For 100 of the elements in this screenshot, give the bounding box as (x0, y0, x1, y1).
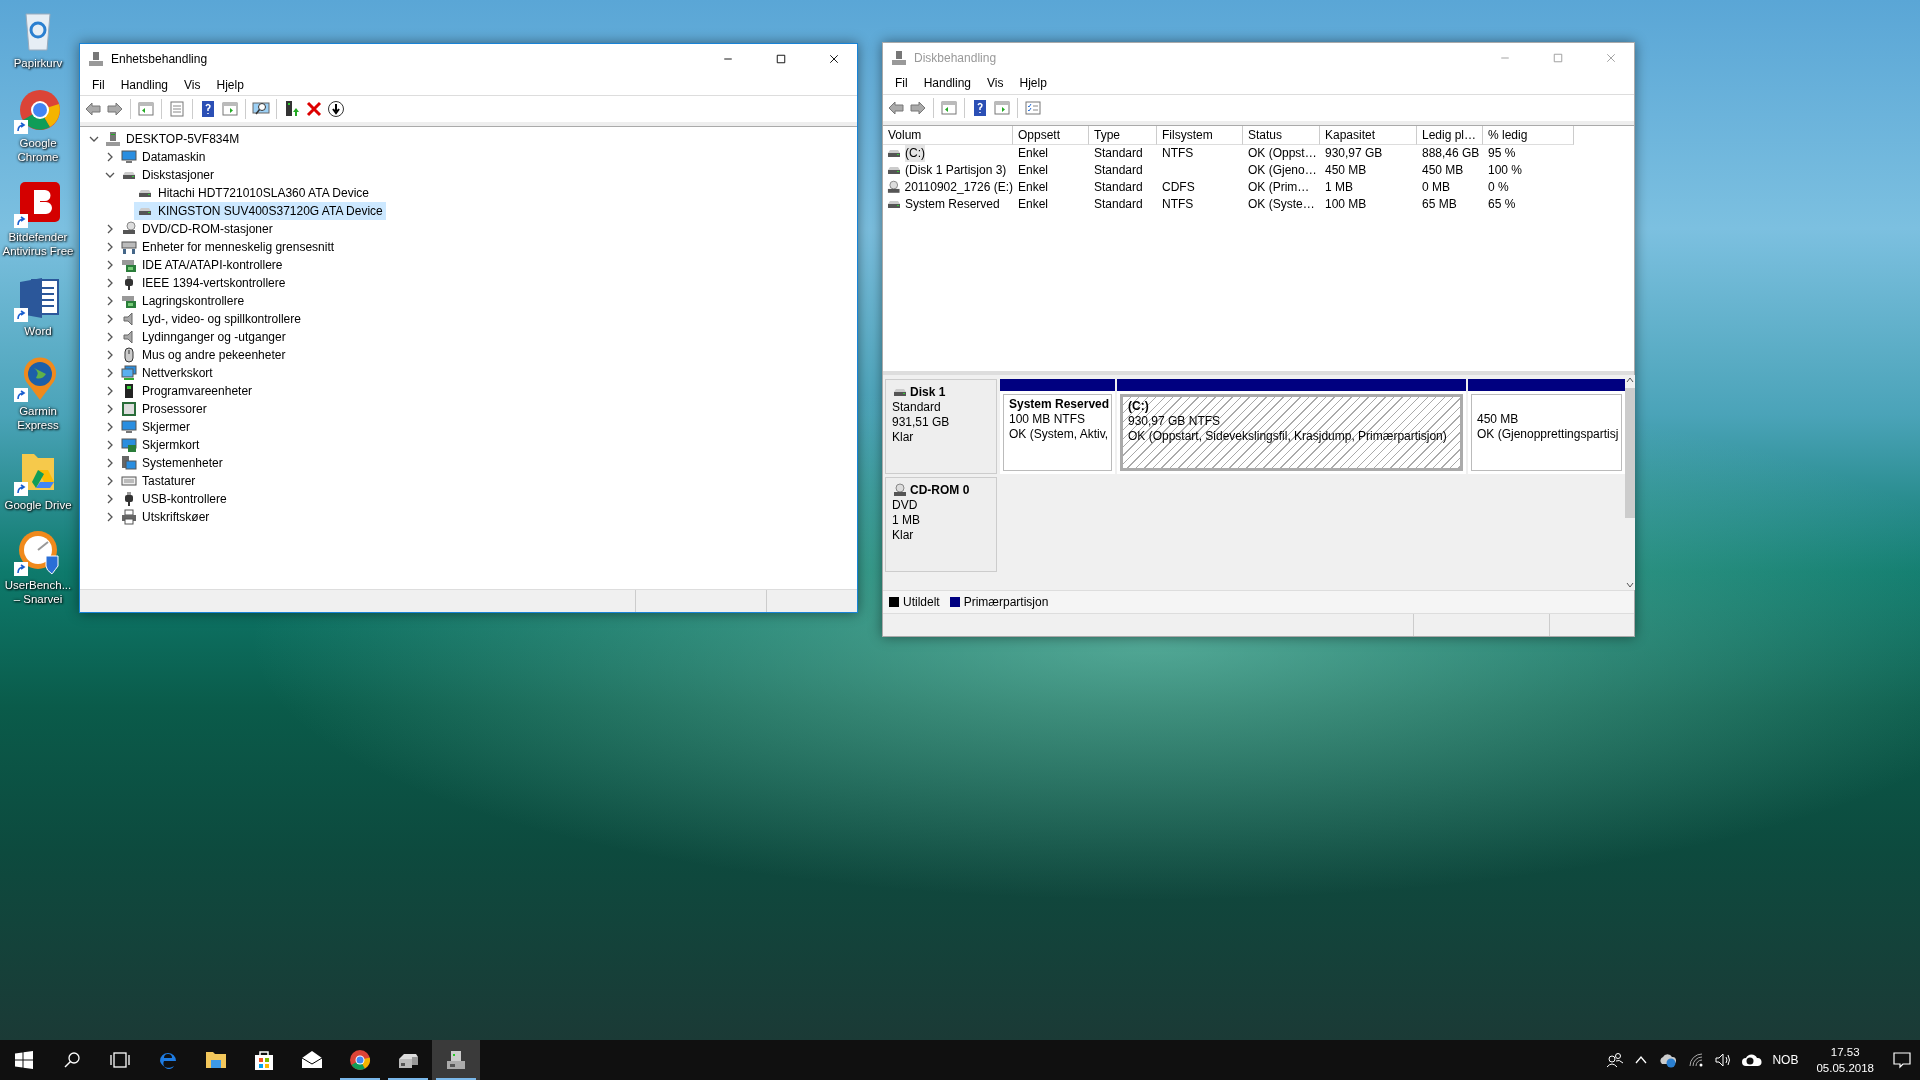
legend-label: Utildelt (903, 595, 940, 610)
menu-item[interactable]: Handling (915, 76, 980, 91)
table-cell: 450 MB (1325, 162, 1367, 177)
disk-name: CD-ROM 0 (910, 482, 970, 498)
tree-item[interactable]: Lydinnganger og -utganger (118, 328, 289, 346)
table-cell: 95 % (1488, 145, 1516, 160)
table-cell: 65 % (1488, 196, 1516, 211)
shopping-bag-icon[interactable] (252, 1048, 276, 1072)
menu-item[interactable]: Vis (176, 77, 209, 92)
table-cell: 0 MB (1422, 179, 1450, 194)
computer-devices-icon[interactable] (444, 1048, 468, 1072)
tree-item[interactable]: Tastaturer (118, 472, 199, 490)
notification-icon[interactable] (1892, 1051, 1912, 1069)
tree-item[interactable]: DVD/CD-ROM-stasjoner (118, 220, 276, 238)
disk-size: 931,51 GB (892, 415, 951, 431)
partition-block[interactable]: 450 MB OK (Gjenopprettingspartisj (1471, 394, 1622, 472)
monitor-icon (121, 419, 137, 435)
chrome-icon[interactable] (348, 1048, 372, 1072)
menu-item[interactable]: Handling (112, 77, 177, 92)
menu-item[interactable]: Hjelp (208, 77, 252, 92)
volume-icon[interactable] (1714, 1052, 1733, 1068)
window-title: Diskbehandling (914, 51, 998, 65)
menu-item[interactable]: Fil (887, 76, 916, 91)
input-language[interactable]: NOB (1772, 1053, 1799, 1067)
disk-size: 1 MB (892, 513, 921, 529)
tree-item[interactable]: Systemenheter (118, 454, 226, 472)
table-cell: Standard (1094, 162, 1143, 177)
column-header[interactable]: Ledig pl… (1417, 125, 1483, 145)
clock[interactable]: 17.53 05.05.2018 (1808, 1044, 1882, 1076)
close-icon (828, 53, 840, 65)
table-cell: 0 % (1488, 179, 1509, 194)
tree-item[interactable]: Datamaskin (118, 148, 209, 166)
tree-item[interactable]: Skjermer (118, 418, 193, 436)
tree-item[interactable]: Enheter for menneskelig grensesnitt (118, 238, 338, 256)
disk-info-panel[interactable]: CD-ROM 0 DVD 1 MB Klar (885, 477, 997, 573)
system-device-icon (121, 455, 137, 471)
device-arrow-icon[interactable] (283, 100, 301, 118)
column-header[interactable]: Filsystem (1157, 125, 1243, 145)
help-icon[interactable] (971, 98, 989, 117)
tree-item[interactable]: KINGSTON SUV400S37120G ATA Device (134, 202, 386, 220)
disk-type: DVD (892, 498, 919, 514)
table-cell: 1 MB (1325, 179, 1353, 194)
forward-icon[interactable] (106, 100, 124, 118)
desktop-icon-label[interactable]: UserBench... – Snarvei (0, 578, 76, 606)
disc-drive-icon (886, 179, 902, 196)
tree-item[interactable]: USB-kontrollere (118, 490, 230, 508)
volume-name[interactable]: (Disk 1 Partisjon 3) (905, 161, 1007, 179)
tree-item[interactable]: Utskriftskøer (118, 508, 213, 526)
table-cell: Standard (1094, 179, 1143, 194)
back-icon[interactable] (84, 100, 102, 118)
partition-block[interactable]: System Reserved 100 MB NTFS OK (System, Aktiv, (1003, 394, 1112, 472)
disc-drive-icon (121, 221, 137, 237)
table-cell: 100 MB (1325, 196, 1367, 211)
maximize-icon (1552, 52, 1564, 64)
help-icon[interactable] (199, 100, 217, 118)
desktop-icon-label[interactable]: Google Drive (4, 498, 72, 512)
cloud-sync-icon[interactable] (1658, 1052, 1679, 1068)
tree-item[interactable]: Programvareenheter (118, 382, 256, 400)
tree-item[interactable]: Lagringskontrollere (118, 292, 248, 310)
tree-item[interactable]: Skjermkort (118, 436, 203, 454)
wifi-icon[interactable] (1688, 1052, 1705, 1068)
tree-item[interactable]: IEEE 1394-vertskontrollere (118, 274, 289, 292)
tree-item[interactable]: IDE ATA/ATAPI-kontrollere (118, 256, 286, 274)
table-cell: OK (Prim… (1248, 179, 1310, 194)
volume-name[interactable]: 20110902_1726 (E:) (904, 178, 1013, 196)
tree-item[interactable]: DESKTOP-5VF834M (102, 130, 243, 148)
tree-item[interactable]: Hitachi HDT721010SLA360 ATA Device (134, 184, 372, 202)
disk-info-panel[interactable]: Disk 1 Standard 931,51 GB Klar (885, 379, 997, 475)
tree-item[interactable]: Nettverkskort (118, 364, 216, 382)
tree-item[interactable]: Mus og andre pekeenheter (118, 346, 289, 364)
column-header[interactable]: Type (1089, 125, 1157, 145)
maximize-icon (775, 53, 787, 65)
menu-item[interactable]: Hjelp (1011, 76, 1055, 91)
menu-item[interactable]: Fil (84, 77, 113, 92)
partition-block[interactable]: (C:) 930,97 GB NTFS OK (Oppstart, Sidevekslingsfil, Krasjdump, Primærpartisjon) (1120, 394, 1463, 472)
cloud-icon[interactable] (1742, 1052, 1763, 1068)
running-indicator (340, 1078, 380, 1080)
tree-item[interactable]: Prosessorer (118, 400, 210, 418)
download-icon[interactable] (327, 100, 345, 118)
menu-item[interactable]: Vis (979, 76, 1012, 91)
table-cell: Standard (1094, 145, 1143, 160)
disk-state: Klar (892, 430, 915, 446)
table-cell: 888,46 GB (1422, 145, 1480, 160)
column-header[interactable]: % ledig (1483, 125, 1574, 145)
delete-icon[interactable] (305, 100, 323, 118)
window-title: Enhetsbehandling (111, 52, 209, 66)
column-header[interactable]: Volum (883, 125, 1013, 145)
running-indicator (388, 1078, 428, 1080)
scrollbar[interactable] (1625, 375, 1635, 591)
checklist-icon[interactable] (1024, 98, 1042, 117)
column-header[interactable]: Status (1243, 125, 1320, 145)
column-header[interactable]: Oppsett (1013, 125, 1089, 145)
tree-item[interactable]: Diskstasjoner (118, 166, 218, 184)
tree-item[interactable]: Lyd-, video- og spillkontrollere (118, 310, 304, 328)
task-view-icon (109, 1051, 131, 1069)
disk-name: Disk 1 (910, 384, 946, 400)
people-icon[interactable] (1606, 1051, 1625, 1069)
volume-name[interactable]: System Reserved (905, 195, 1000, 213)
table-cell: Standard (1094, 196, 1143, 211)
column-header[interactable]: Kapasitet (1320, 125, 1417, 145)
